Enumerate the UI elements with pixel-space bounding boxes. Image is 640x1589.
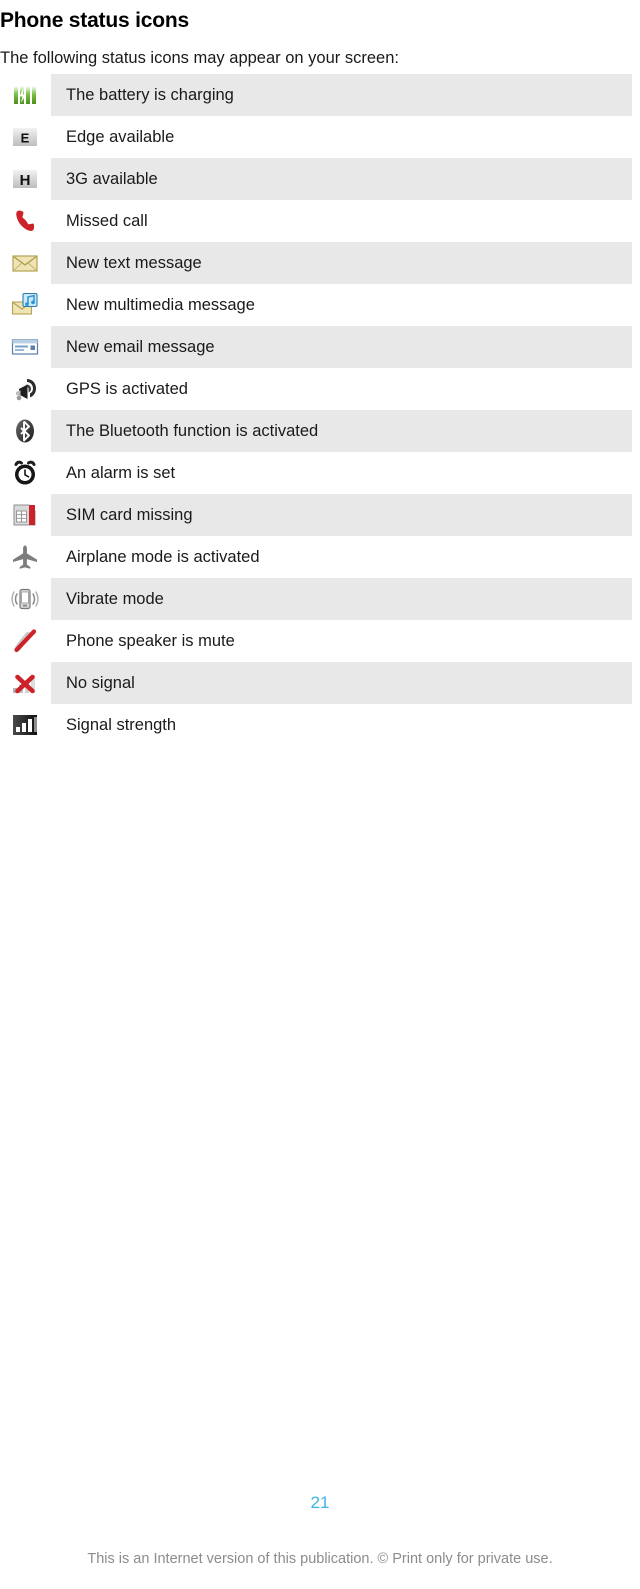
status-icon-cell	[0, 200, 50, 242]
gps-activated-icon	[10, 374, 40, 404]
edge-network-icon: E	[10, 122, 40, 152]
status-icon-cell	[0, 578, 50, 620]
no-signal-icon	[10, 668, 40, 698]
status-icon-cell: E	[0, 116, 50, 158]
status-icon-cell	[0, 410, 50, 452]
table-row: New email message	[0, 326, 640, 368]
status-icon-label: The Bluetooth function is activated	[66, 422, 319, 440]
table-row: Signal strength	[0, 704, 640, 746]
status-icon-cell	[0, 662, 50, 704]
new-text-message-icon	[10, 248, 40, 278]
bluetooth-activated-icon	[10, 416, 40, 446]
page-title: Phone status icons	[0, 9, 189, 33]
status-icon-label: Vibrate mode	[66, 590, 164, 608]
table-row: Phone speaker is mute	[0, 620, 640, 662]
table-row: E Edge available	[0, 116, 640, 158]
table-row: Airplane mode is activated	[0, 536, 640, 578]
status-icon-cell	[0, 536, 50, 578]
row-background	[51, 662, 632, 704]
status-icon-label: 3G available	[66, 170, 158, 188]
table-row: Missed call	[0, 200, 640, 242]
footer-note: This is an Internet version of this publ…	[87, 1551, 553, 1567]
vibrate-mode-icon	[10, 584, 40, 614]
intro-paragraph: The following status icons may appear on…	[0, 48, 399, 67]
page-number: 21	[310, 1493, 330, 1512]
status-icon-cell	[0, 284, 50, 326]
status-icon-table: The battery is charging E Edge available H 3…	[0, 74, 640, 746]
status-icon-label: Edge available	[66, 128, 175, 146]
status-icon-cell	[0, 368, 50, 410]
status-icon-cell	[0, 74, 50, 116]
status-icon-label: New multimedia message	[66, 296, 255, 314]
new-email-message-icon	[10, 332, 40, 362]
table-row: An alarm is set	[0, 452, 640, 494]
table-row: GPS is activated	[0, 368, 640, 410]
signal-strength-icon	[10, 710, 40, 740]
table-row: New text message	[0, 242, 640, 284]
status-icon-cell	[0, 326, 50, 368]
table-row: Vibrate mode	[0, 578, 640, 620]
alarm-set-icon	[10, 458, 40, 488]
table-row: No signal	[0, 662, 640, 704]
svg-text:E: E	[21, 131, 30, 146]
status-icon-label: Phone speaker is mute	[66, 632, 235, 650]
missed-call-icon	[10, 206, 40, 236]
status-icon-label: SIM card missing	[66, 506, 193, 524]
status-icon-label: Signal strength	[66, 716, 177, 734]
table-row: H 3G available	[0, 158, 640, 200]
status-icon-label: New text message	[66, 254, 202, 272]
table-row: SIM card missing	[0, 494, 640, 536]
sim-card-missing-icon	[10, 500, 40, 530]
status-icon-cell	[0, 242, 50, 284]
status-icon-cell	[0, 704, 50, 746]
status-icon-label: Airplane mode is activated	[66, 548, 260, 566]
table-row: New multimedia message	[0, 284, 640, 326]
status-icon-label: An alarm is set	[66, 464, 176, 482]
status-icon-label: GPS is activated	[66, 380, 188, 398]
table-row: The Bluetooth function is activated	[0, 410, 640, 452]
status-icon-cell	[0, 494, 50, 536]
hsdpa-3g-network-icon: H	[10, 164, 40, 194]
new-multimedia-message-icon	[10, 290, 40, 320]
svg-text:H: H	[20, 172, 31, 189]
status-icon-label: Missed call	[66, 212, 148, 230]
status-icon-cell	[0, 452, 50, 494]
status-icon-label: New email message	[66, 338, 215, 356]
battery-charging-icon	[10, 80, 40, 110]
speaker-mute-icon	[10, 626, 40, 656]
airplane-mode-icon	[10, 542, 40, 572]
status-icon-cell	[0, 620, 50, 662]
document-page: Phone status icons The following status …	[0, 0, 640, 1589]
status-icon-label: The battery is charging	[66, 86, 234, 104]
table-row: The battery is charging	[0, 74, 640, 116]
status-icon-cell: H	[0, 158, 50, 200]
status-icon-label: No signal	[66, 674, 135, 692]
